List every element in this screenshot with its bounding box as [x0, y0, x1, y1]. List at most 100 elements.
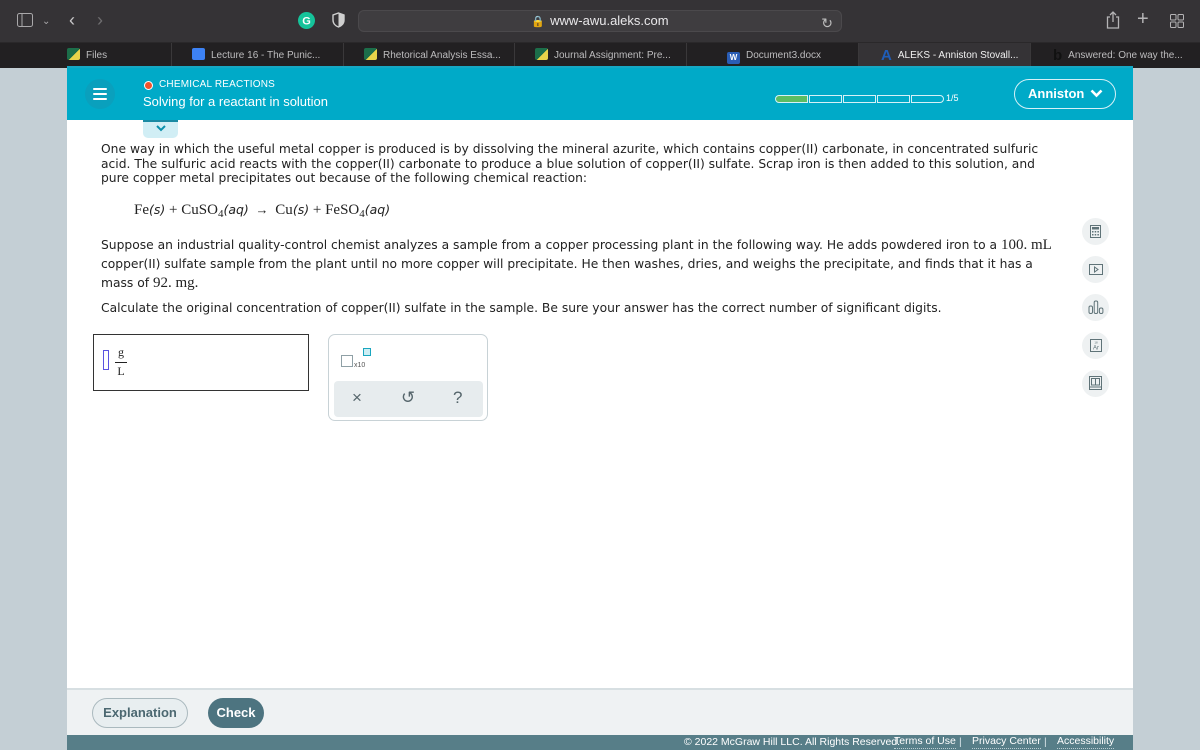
problem-scenario: Suppose an industrial quality-control ch…: [101, 236, 1061, 293]
tab-document3[interactable]: W Document3.docx: [686, 43, 858, 68]
tab-overview-icon[interactable]: [1170, 14, 1184, 32]
scenario-text: copper(II) sulfate sample from the plant…: [101, 257, 1033, 290]
menu-button[interactable]: [85, 79, 115, 109]
url-text: www-awu.aleks.com: [550, 13, 669, 28]
tab-label: Lecture 16 - The Punic...: [211, 50, 321, 61]
canvas-icon: [67, 48, 80, 60]
explanation-button[interactable]: Explanation: [92, 698, 188, 728]
bartleby-icon: b: [1053, 47, 1063, 64]
terms-of-use-link[interactable]: Terms of Use: [894, 735, 956, 749]
canvas-icon: [364, 48, 377, 60]
video-icon[interactable]: [1082, 256, 1109, 283]
svg-text:Ar: Ar: [1093, 346, 1099, 352]
topic-header: CHEMICAL REACTIONS Solving for a reactan…: [67, 68, 1133, 120]
action-bar: Explanation Check: [67, 688, 1133, 735]
browser-toolbar: ⌄ ‹ › G 🔒 www-awu.aleks.com ↻ +: [0, 0, 1200, 43]
reaction-arrow: →: [255, 202, 269, 217]
chart-icon[interactable]: [1082, 294, 1109, 321]
ebook-icon[interactable]: [1082, 370, 1109, 397]
subtopic-title: Solving for a reactant in solution: [143, 94, 328, 109]
unit-numerator: g: [118, 345, 124, 359]
tab-label: Document3.docx: [746, 50, 822, 61]
tab-label: ALEKS - Anniston Stovall...: [897, 50, 1019, 61]
x10-label: x10: [354, 362, 366, 369]
topic-title: CHEMICAL REACTIONS: [159, 79, 276, 90]
sidebar-toggle-icon[interactable]: [17, 13, 33, 31]
progress-label: 1/5: [946, 93, 959, 103]
accessibility-link[interactable]: Accessibility: [1057, 735, 1115, 749]
state-label: (s): [292, 202, 310, 217]
user-menu-button[interactable]: Anniston: [1014, 79, 1116, 109]
palette-actions: × ↺ ?: [334, 381, 483, 417]
product-feso4: FeSO: [325, 202, 360, 218]
svg-text:18: 18: [1094, 341, 1098, 345]
reactant-fe: Fe: [134, 202, 149, 218]
unit-fraction: g L: [115, 345, 127, 379]
exponent-box-icon: [363, 348, 371, 356]
calculator-icon[interactable]: [1082, 218, 1109, 245]
back-icon[interactable]: ‹: [69, 11, 75, 29]
mass-value: 92. mg: [153, 275, 195, 291]
progress-segment: [775, 95, 808, 103]
reload-icon[interactable]: ↻: [821, 13, 833, 33]
status-dot: [144, 81, 153, 90]
answer-cursor-slot[interactable]: [103, 350, 109, 370]
scenario-text: Suppose an industrial quality-control ch…: [101, 238, 1001, 252]
tab-aleks[interactable]: A ALEKS - Anniston Stovall...: [858, 43, 1030, 68]
help-icon[interactable]: ?: [453, 388, 462, 408]
progress-segment: [809, 95, 842, 103]
side-toolbar: 18 Ar: [1082, 218, 1109, 408]
chemical-equation: Fe(s) + CuSO4(aq) → Cu(s) + FeSO4(aq): [134, 202, 390, 220]
check-button[interactable]: Check: [208, 698, 264, 728]
state-label: (aq): [223, 202, 249, 217]
problem-question: Calculate the original concentration of …: [101, 301, 942, 315]
privacy-center-link[interactable]: Privacy Center: [972, 735, 1041, 749]
canvas-icon: [535, 48, 548, 60]
copyright-bar: © 2022 McGraw Hill LLC. All Rights Reser…: [67, 735, 1133, 750]
tab-rhetorical[interactable]: Rhetorical Analysis Essa...: [343, 43, 514, 68]
tab-bar: Files Lecture 16 - The Punic... Rhetoric…: [0, 43, 1200, 68]
user-name: Anniston: [1028, 86, 1085, 101]
unit-denominator: L: [117, 364, 125, 378]
plus-sign: +: [312, 202, 322, 218]
word-icon: W: [727, 52, 740, 64]
chevron-down-icon[interactable]: ⌄: [42, 14, 50, 30]
fraction-bar: [115, 362, 127, 363]
tab-label: Journal Assignment: Pre...: [554, 50, 671, 61]
lock-icon: 🔒: [531, 16, 546, 28]
problem-intro: One way in which the useful metal copper…: [101, 142, 1039, 185]
tab-answered[interactable]: b Answered: One way the...: [1030, 43, 1200, 68]
aleks-panel: CHEMICAL REACTIONS Solving for a reactan…: [67, 68, 1133, 750]
google-docs-icon: [192, 48, 205, 60]
clear-icon[interactable]: ×: [352, 388, 362, 408]
answer-input[interactable]: g L: [93, 334, 309, 391]
chevron-down-icon: [155, 125, 166, 132]
math-palette: x10 × ↺ ?: [328, 334, 488, 421]
collapse-toggle[interactable]: [143, 120, 178, 138]
aleks-icon: A: [881, 47, 892, 64]
new-tab-icon[interactable]: +: [1137, 9, 1149, 29]
share-icon[interactable]: [1106, 11, 1120, 33]
hamburger-icon: [93, 88, 107, 90]
hamburger-icon-line: [93, 93, 107, 95]
progress-segment: [843, 95, 876, 103]
shield-icon[interactable]: [332, 12, 345, 32]
tab-label: Answered: One way the...: [1068, 50, 1183, 61]
svg-text:G: G: [302, 16, 311, 28]
progress-bar: [775, 95, 945, 103]
separator: |: [959, 736, 962, 748]
copyright-text: © 2022 McGraw Hill LLC. All Rights Reser…: [684, 736, 901, 748]
chevron-down-icon: [1090, 80, 1103, 118]
address-bar[interactable]: 🔒 www-awu.aleks.com ↻: [358, 10, 842, 32]
tab-journal[interactable]: Journal Assignment: Pre...: [514, 43, 686, 68]
product-cu: Cu: [275, 202, 293, 218]
undo-icon[interactable]: ↺: [401, 388, 415, 408]
reactant-cuso4: CuSO: [181, 202, 218, 218]
forward-icon[interactable]: ›: [97, 11, 103, 29]
tab-lecture[interactable]: Lecture 16 - The Punic...: [171, 43, 343, 68]
volume-value: 100. mL: [1000, 237, 1052, 253]
tab-files[interactable]: Files: [0, 43, 171, 68]
grammarly-icon[interactable]: G: [298, 12, 315, 33]
periodic-table-icon[interactable]: 18 Ar: [1082, 332, 1109, 359]
tab-label: Rhetorical Analysis Essa...: [383, 50, 501, 61]
